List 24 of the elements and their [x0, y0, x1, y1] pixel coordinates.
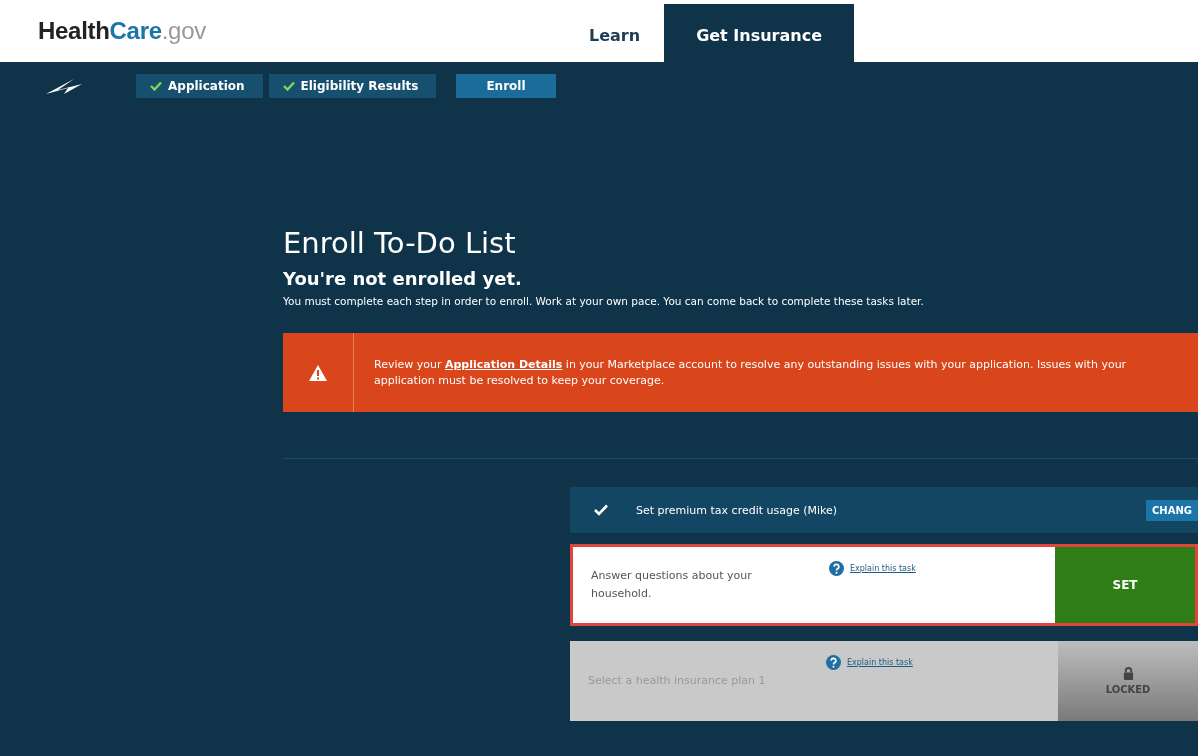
enrollment-status: You're not enrolled yet. — [283, 268, 523, 289]
progress-step[interactable]: Application — [136, 74, 263, 98]
application-details-link[interactable]: Application Details — [445, 357, 563, 371]
explain-task-link[interactable]: Explain this task — [850, 564, 916, 573]
task-label: Set premium tax credit usage (Mike) — [636, 503, 839, 517]
nav-tab[interactable]: Learn — [565, 4, 665, 66]
progress-step[interactable]: Eligibility Results — [268, 74, 437, 98]
set-button[interactable]: SET — [1055, 547, 1195, 623]
explain-task-link[interactable]: Explain this task — [847, 658, 913, 667]
help-icon — [826, 655, 841, 670]
page-title: Enroll To-Do List — [283, 226, 517, 260]
change-button[interactable]: CHANG — [1145, 499, 1198, 521]
healthcare-logo[interactable]: HealthCare.gov — [38, 17, 565, 45]
check-icon — [150, 81, 162, 91]
warning-icon — [308, 363, 328, 382]
lock-icon — [1122, 667, 1134, 680]
task-label: Answer questions about your household. — [590, 568, 753, 602]
intro-text: You must complete each step in order to enroll. Work at your own pace. You can come back to complete these tasks later. — [283, 295, 925, 307]
check-icon — [594, 504, 608, 516]
progress-step[interactable]: Enroll — [456, 74, 556, 98]
locked-indicator: LOCKED — [1058, 641, 1198, 721]
check-icon — [282, 81, 295, 91]
alert-message: Review your Application Details in your Marketplace account to resolve any outstanding issues with your application. Issues with your application must be resolved to keep your coverage. — [373, 356, 1128, 389]
help-icon — [829, 561, 844, 576]
